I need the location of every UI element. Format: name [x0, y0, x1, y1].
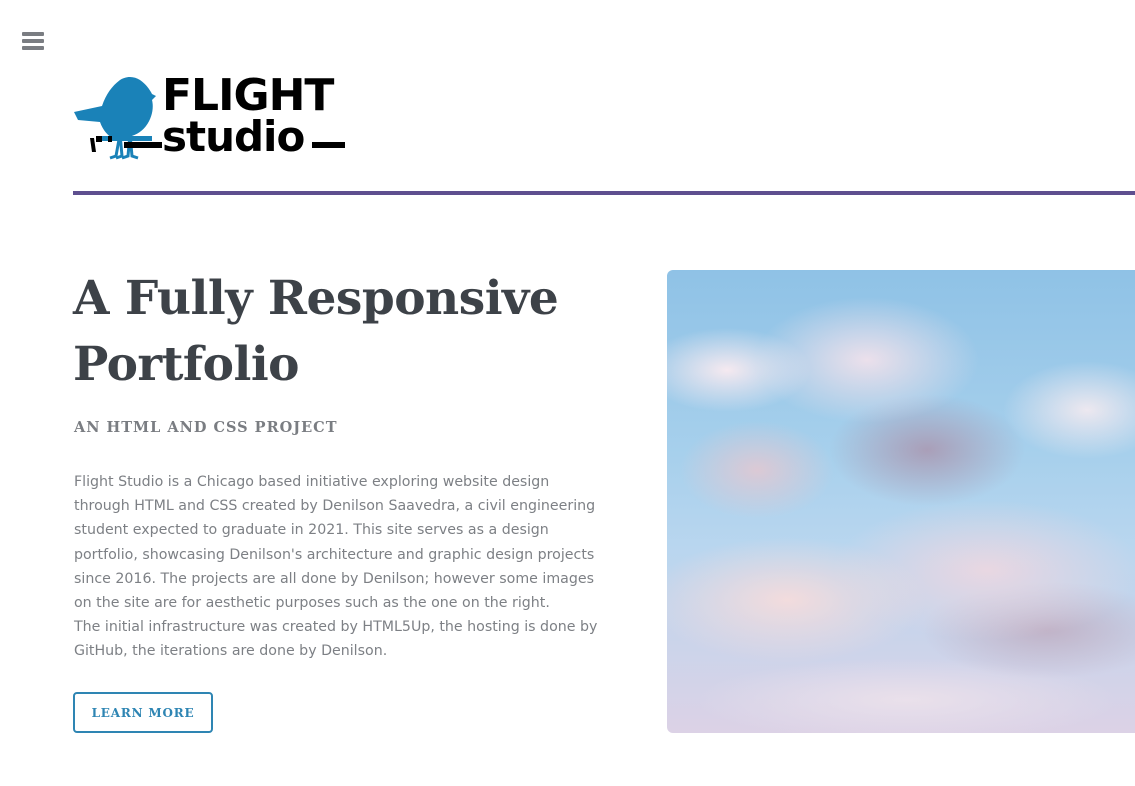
menu-bar: [22, 32, 44, 36]
hero-paragraph: The initial infrastructure was created b…: [74, 619, 598, 660]
logo-word-studio: studio: [162, 112, 305, 161]
header-divider: [73, 191, 1135, 195]
hero-paragraph: Flight Studio is a Chicago based initiat…: [74, 474, 596, 612]
hero-title: A Fully Responsive Portfolio: [73, 271, 559, 392]
menu-bar: [22, 46, 44, 50]
hero-subtitle: AN HTML AND CSS PROJECT: [74, 419, 338, 436]
clouds-photo: [667, 270, 1135, 733]
hamburger-menu-icon[interactable]: [22, 31, 44, 51]
logo-dash-right: [312, 142, 345, 148]
bird-icon: [74, 77, 156, 160]
learn-more-button[interactable]: LEARN MORE: [73, 692, 213, 733]
menu-bar: [22, 39, 44, 43]
site-logo[interactable]: FLIGHT studio: [72, 72, 352, 162]
page: FLIGHT studio A Fully Responsive Portfol…: [0, 0, 1135, 786]
logo-dash-left: [124, 142, 162, 148]
hero-description: Flight Studio is a Chicago based initiat…: [74, 470, 609, 664]
